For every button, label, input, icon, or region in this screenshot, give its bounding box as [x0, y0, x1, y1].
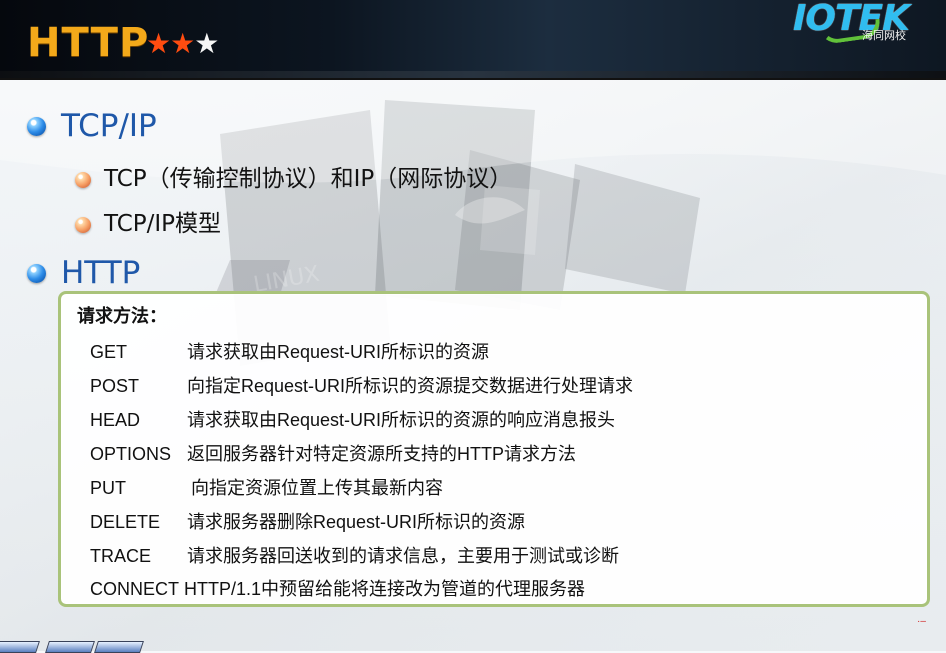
method-description: 请求服务器回送收到的请求信息，主要用于测试或诊断 — [187, 546, 619, 566]
method-name: TRACE — [90, 546, 152, 566]
tcp-ip-model: TCP/IP模型 — [104, 211, 222, 237]
method-row-get: GET 请求获取由Request-URI所标识的资源 — [90, 337, 910, 367]
method-name: OPTIONS — [90, 444, 172, 464]
method-name: HEAD — [90, 410, 141, 430]
method-name: DELETE — [90, 512, 161, 532]
method-row-delete: DELETE 请求服务器删除Request-URI所标识的资源 — [90, 507, 910, 537]
method-row-put: PUT 向指定资源位置上传其最新内容 — [90, 473, 910, 503]
thumbnail-icon — [94, 641, 144, 653]
http-methods-panel: 请求方法： GET 请求获取由Request-URI所标识的资源 POST 向指… — [58, 291, 930, 607]
slide-title: HTTP — [27, 20, 150, 66]
method-description: 向指定资源位置上传其最新内容 — [191, 478, 443, 498]
method-row-trace: TRACE 请求服务器回送收到的请求信息，主要用于测试或诊断 — [90, 541, 910, 571]
thumbnail-icon — [0, 641, 40, 653]
method-name: CONNECT — [90, 579, 179, 599]
iotek-logo: IOTEK 海同网校 — [793, 1, 933, 49]
method-description: 请求获取由Request-URI所标识的资源的响应消息报头 — [187, 410, 616, 430]
tcp-ip-description: TCP（传输控制协议）和IP（网际协议） — [104, 166, 513, 192]
method-description: 返回服务器针对特定资源所支持的HTTP请求方法 — [187, 444, 576, 464]
method-row-head: HEAD 请求获取由Request-URI所标识的资源的响应消息报头 — [90, 405, 910, 435]
method-description: 向指定Request-URI所标识的资源提交数据进行处理请求 — [187, 376, 634, 396]
rating-stars: ★★★ — [146, 26, 219, 62]
method-row-post: POST 向指定Request-URI所标识的资源提交数据进行处理请求 — [90, 371, 910, 401]
empty-star-icon: ★ — [194, 27, 219, 60]
orange-bullet-icon — [75, 217, 91, 233]
method-description: HTTP/1.1中预留给能将连接改为管道的代理服务器 — [184, 579, 586, 599]
bottom-thumbnails — [0, 641, 180, 653]
http-heading: HTTP — [61, 255, 141, 291]
tcp-ip-heading: TCP/IP — [61, 108, 157, 144]
logo-subtext: 海同网校 — [862, 29, 906, 42]
corner-mark-icon: ·– — [917, 616, 926, 627]
method-description: 请求服务器删除Request-URI所标识的资源 — [187, 512, 526, 532]
orange-bullet-icon — [75, 172, 91, 188]
method-row-options: OPTIONS 返回服务器针对特定资源所支持的HTTP请求方法 — [90, 439, 910, 469]
filled-stars-icon: ★★ — [146, 27, 195, 60]
methods-heading: 请求方法： — [77, 306, 167, 326]
method-name: POST — [90, 376, 140, 396]
method-row-connect: CONNECT HTTP/1.1中预留给能将连接改为管道的代理服务器 — [90, 574, 910, 604]
method-name: PUT — [90, 478, 126, 498]
blue-bullet-icon — [27, 117, 46, 136]
method-name: GET — [90, 342, 128, 362]
blue-bullet-icon — [27, 264, 46, 283]
method-description: 请求获取由Request-URI所标识的资源 — [187, 342, 490, 362]
thumbnail-icon — [45, 641, 95, 653]
slide-header: HTTP ★★★ IOTEK 海同网校 — [0, 0, 946, 80]
